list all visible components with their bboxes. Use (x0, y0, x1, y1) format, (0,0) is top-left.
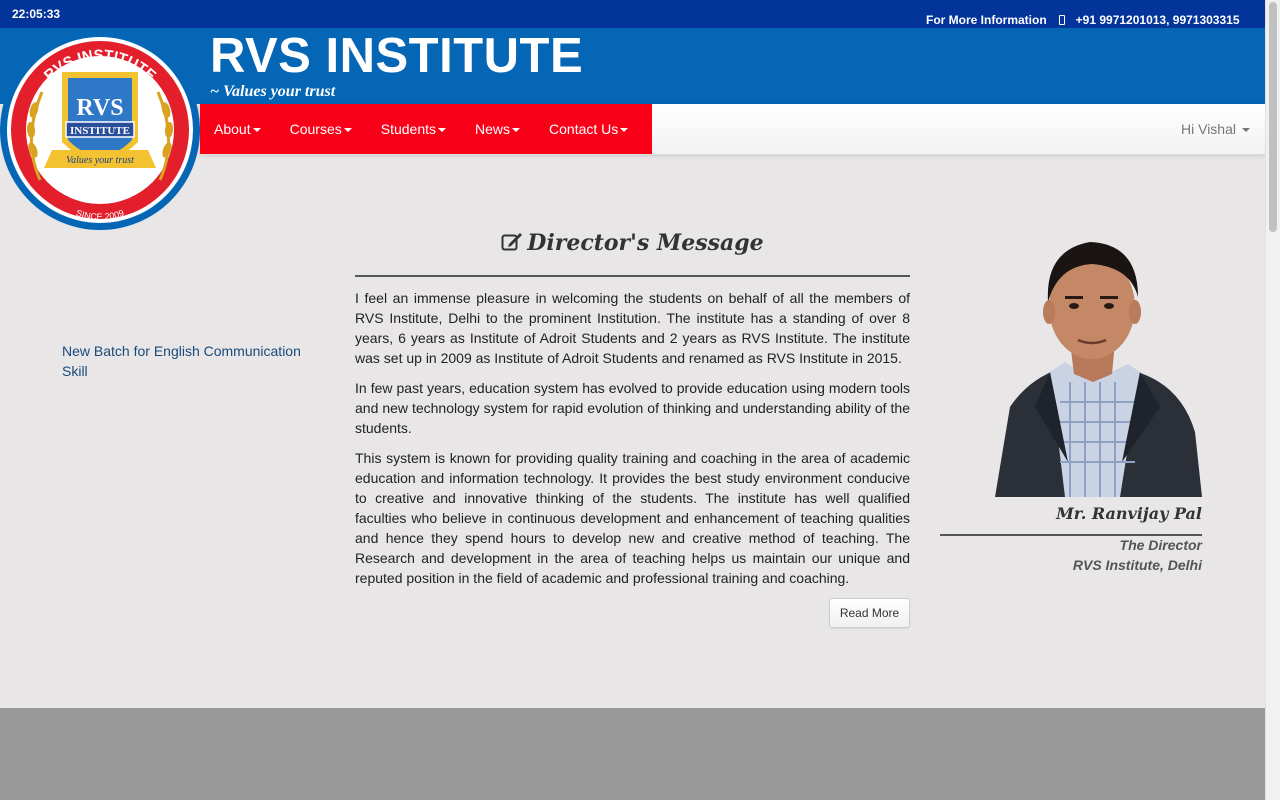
logo-ribbon-text: Values your trust (66, 155, 134, 166)
nav-item-label: About (214, 121, 251, 137)
user-menu[interactable]: Hi Vishal (1181, 104, 1250, 154)
site-tagline: ~ Values your trust (210, 83, 336, 100)
director-role: The Director (1119, 537, 1202, 553)
caret-down-icon (343, 128, 352, 133)
main-navbar: About Courses Students News Contact Us H… (200, 104, 1265, 155)
message-paragraph: This system is known for providing quali… (355, 450, 910, 586)
nav-menu: About Courses Students News Contact Us (200, 104, 652, 154)
heading-divider (355, 275, 910, 277)
phone-icon (1058, 15, 1065, 25)
caret-down-icon (620, 128, 629, 133)
logo-monogram: RVS (76, 95, 123, 121)
scrollbar-thumb[interactable] (1269, 2, 1277, 232)
nav-item-label: Courses (289, 121, 342, 137)
director-divider (940, 534, 1202, 536)
logo-sub-text: INSTITUTE (70, 125, 130, 137)
user-greeting: Hi Vishal (1181, 121, 1236, 137)
site-title: RVS INSTITUTE (210, 29, 584, 83)
nav-item-about[interactable]: About (200, 104, 261, 154)
nav-item-label: Students (380, 121, 436, 137)
message-paragraph: I feel an immense pleasure in welcoming … (355, 290, 910, 366)
nav-item-contact[interactable]: Contact Us (535, 104, 629, 154)
nav-item-students[interactable]: Students (367, 104, 446, 154)
section-heading-text: Director's Message (527, 230, 764, 256)
caret-down-icon (512, 128, 521, 133)
nav-item-label: Contact Us (549, 121, 619, 137)
director-name: Mr. Ranvijay Pal (1056, 504, 1202, 523)
institute-logo[interactable]: RVS INSTITUTE RVS INSTITUTE Values your … (0, 30, 200, 230)
news-link[interactable]: New Batch for English Communication Skil… (62, 341, 322, 381)
vertical-scrollbar[interactable] (1265, 0, 1280, 800)
section-heading: Director's Message (355, 230, 910, 256)
caret-down-icon (1242, 128, 1250, 133)
message-paragraph: In few past years, education system has … (355, 380, 910, 436)
caret-down-icon (438, 128, 446, 133)
read-more-button[interactable]: Read More (829, 598, 910, 628)
message-body: I feel an immense pleasure in welcoming … (355, 288, 910, 598)
nav-item-courses[interactable]: Courses (276, 104, 352, 154)
clock: 22:05:33 (12, 7, 61, 21)
info-label: For More Information (926, 13, 1047, 27)
edit-icon (501, 233, 523, 251)
nav-item-label: News (475, 121, 511, 137)
phone-numbers: +91 9971201013, 9971303315 (1075, 13, 1240, 27)
nav-item-news[interactable]: News (461, 104, 521, 154)
director-photo (995, 242, 1202, 497)
footer (0, 708, 1265, 800)
caret-down-icon (252, 128, 261, 133)
director-organization: RVS Institute, Delhi (1072, 557, 1202, 573)
